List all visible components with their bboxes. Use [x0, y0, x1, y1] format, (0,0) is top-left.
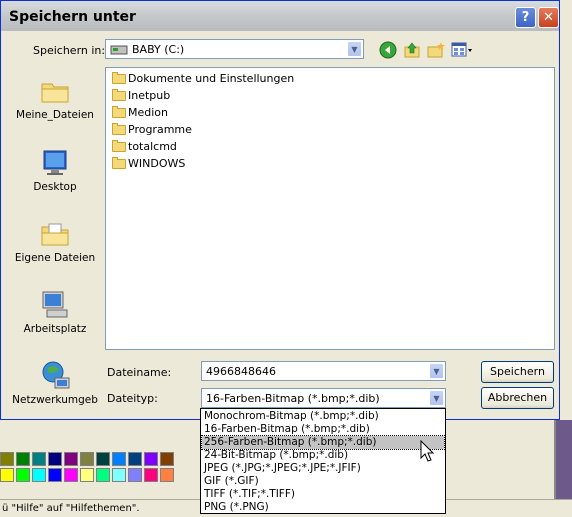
file-name: Dokumente und Einstellungen — [128, 72, 295, 85]
filename-field[interactable]: 4966848646 ▼ — [201, 361, 446, 381]
place-my-documents[interactable]: Eigene Dateien — [9, 212, 101, 272]
folder-icon — [112, 89, 126, 101]
dropdown-option[interactable]: 16-Farben-Bitmap (*.bmp;*.dib) — [202, 423, 444, 436]
chevron-down-icon[interactable]: ▼ — [429, 390, 444, 406]
palette-swatch[interactable] — [96, 468, 110, 482]
place-label: Eigene Dateien — [14, 252, 96, 264]
folder-icon — [112, 106, 126, 118]
save-in-label: Speichern in: — [33, 44, 106, 57]
dropdown-option[interactable]: 24-Bit-Bitmap (*.bmp;*.dib) — [202, 449, 444, 462]
place-desktop[interactable]: Desktop — [9, 141, 101, 201]
close-button[interactable]: ✕ — [538, 7, 559, 28]
dropdown-option[interactable]: GIF (*.GIF) — [202, 475, 444, 488]
filetype-label: Dateityp: — [107, 392, 158, 405]
save-in-combo[interactable]: BABY (C:) ▼ — [105, 39, 364, 59]
my-computer-icon — [42, 291, 68, 318]
palette-swatch[interactable] — [128, 452, 142, 466]
filename-value: 4966848646 — [206, 365, 276, 378]
palette-swatch[interactable] — [16, 452, 30, 466]
palette-swatch[interactable] — [0, 468, 14, 482]
dropdown-option-selected[interactable]: 256-Farben-Bitmap (*.bmp;*.dib) — [201, 435, 445, 450]
list-item[interactable]: Inetpub — [110, 88, 170, 104]
dropdown-option[interactable]: PNG (*.PNG) — [202, 501, 444, 514]
folder-icon — [112, 72, 126, 84]
palette-swatch[interactable] — [0, 452, 14, 466]
canvas-edge — [556, 420, 572, 499]
back-icon[interactable] — [379, 41, 397, 59]
save-as-dialog: Speichern unter ? ✕ Speichern in: BABY (… — [0, 0, 560, 420]
list-item[interactable]: Dokumente und Einstellungen — [110, 71, 294, 87]
file-list[interactable]: Dokumente und Einstellungen Inetpub Medi… — [105, 67, 555, 350]
palette-swatch[interactable] — [160, 468, 174, 482]
filetype-select[interactable]: 16-Farben-Bitmap (*.bmp;*.dib) ▼ — [201, 388, 446, 408]
palette-swatch[interactable] — [160, 452, 174, 466]
palette-swatch[interactable] — [112, 468, 126, 482]
place-label: Arbeitsplatz — [23, 323, 87, 335]
list-item[interactable]: WINDOWS — [110, 156, 185, 172]
filename-label: Dateiname: — [107, 366, 172, 379]
file-name: Inetpub — [128, 89, 171, 102]
palette-swatch[interactable] — [32, 452, 46, 466]
palette-swatch[interactable] — [144, 468, 158, 482]
folder-icon — [112, 123, 126, 135]
file-name: totalcmd — [128, 140, 177, 153]
palette-swatch[interactable] — [144, 452, 158, 466]
palette-swatch[interactable] — [32, 468, 46, 482]
list-item[interactable]: totalcmd — [110, 139, 177, 155]
palette-swatch[interactable] — [128, 468, 142, 482]
list-item[interactable]: Medion — [110, 105, 168, 121]
dropdown-option[interactable]: TIFF (*.TIF;*.TIFF) — [202, 488, 444, 501]
network-icon — [42, 361, 70, 389]
my-documents-icon — [41, 223, 69, 246]
title-bar: Speichern unter ? ✕ — [1, 1, 559, 31]
palette-swatch[interactable] — [64, 452, 78, 466]
view-menu-icon[interactable] — [451, 41, 473, 59]
places-bar: Meine_Dateien Desktop Eigene Dateien Arb… — [9, 69, 101, 409]
my-files-icon — [41, 83, 69, 103]
cancel-button[interactable]: Abbrechen — [481, 387, 554, 409]
palette-swatch[interactable] — [48, 468, 62, 482]
palette-swatch[interactable] — [16, 468, 30, 482]
chevron-down-icon[interactable]: ▼ — [429, 363, 444, 379]
folder-icon — [112, 140, 126, 152]
folder-icon — [112, 157, 126, 169]
file-name: WINDOWS — [128, 157, 186, 170]
list-item[interactable]: Programme — [110, 122, 192, 138]
palette-swatch[interactable] — [112, 452, 126, 466]
dialog-title: Speichern unter — [9, 9, 136, 25]
dropdown-option[interactable]: Monochrom-Bitmap (*.bmp;*.dib) — [202, 410, 444, 423]
dropdown-option[interactable]: JPEG (*.JPG;*.JPEG;*.JPE;*.JFIF) — [202, 462, 444, 475]
place-my-files[interactable]: Meine_Dateien — [9, 69, 101, 129]
place-label: Netzwerkumgeb — [12, 394, 98, 406]
filetype-value: 16-Farben-Bitmap (*.bmp;*.dib) — [206, 392, 380, 405]
drive-icon — [110, 45, 128, 55]
save-button[interactable]: Speichern — [481, 361, 554, 383]
place-label: Desktop — [33, 181, 77, 193]
help-button[interactable]: ? — [515, 7, 536, 28]
desktop-icon — [43, 150, 67, 175]
up-folder-icon[interactable] — [403, 41, 421, 59]
file-name: Medion — [128, 106, 168, 119]
filetype-dropdown-list[interactable]: Monochrom-Bitmap (*.bmp;*.dib) 16-Farben… — [200, 408, 446, 514]
chevron-down-icon[interactable]: ▼ — [347, 41, 362, 57]
palette-swatch[interactable] — [64, 468, 78, 482]
palette-swatch[interactable] — [80, 468, 94, 482]
mouse-cursor-icon — [420, 440, 435, 462]
place-label: Meine_Dateien — [16, 109, 94, 121]
save-in-value: BABY (C:) — [132, 43, 185, 56]
palette-swatch[interactable] — [48, 452, 62, 466]
new-folder-icon[interactable] — [427, 41, 445, 59]
color-palette — [0, 452, 176, 486]
palette-swatch[interactable] — [96, 452, 110, 466]
file-name: Programme — [128, 123, 192, 136]
palette-swatch[interactable] — [80, 452, 94, 466]
place-network[interactable]: Netzwerkumgeb — [9, 354, 101, 414]
place-my-computer[interactable]: Arbeitsplatz — [9, 283, 101, 343]
